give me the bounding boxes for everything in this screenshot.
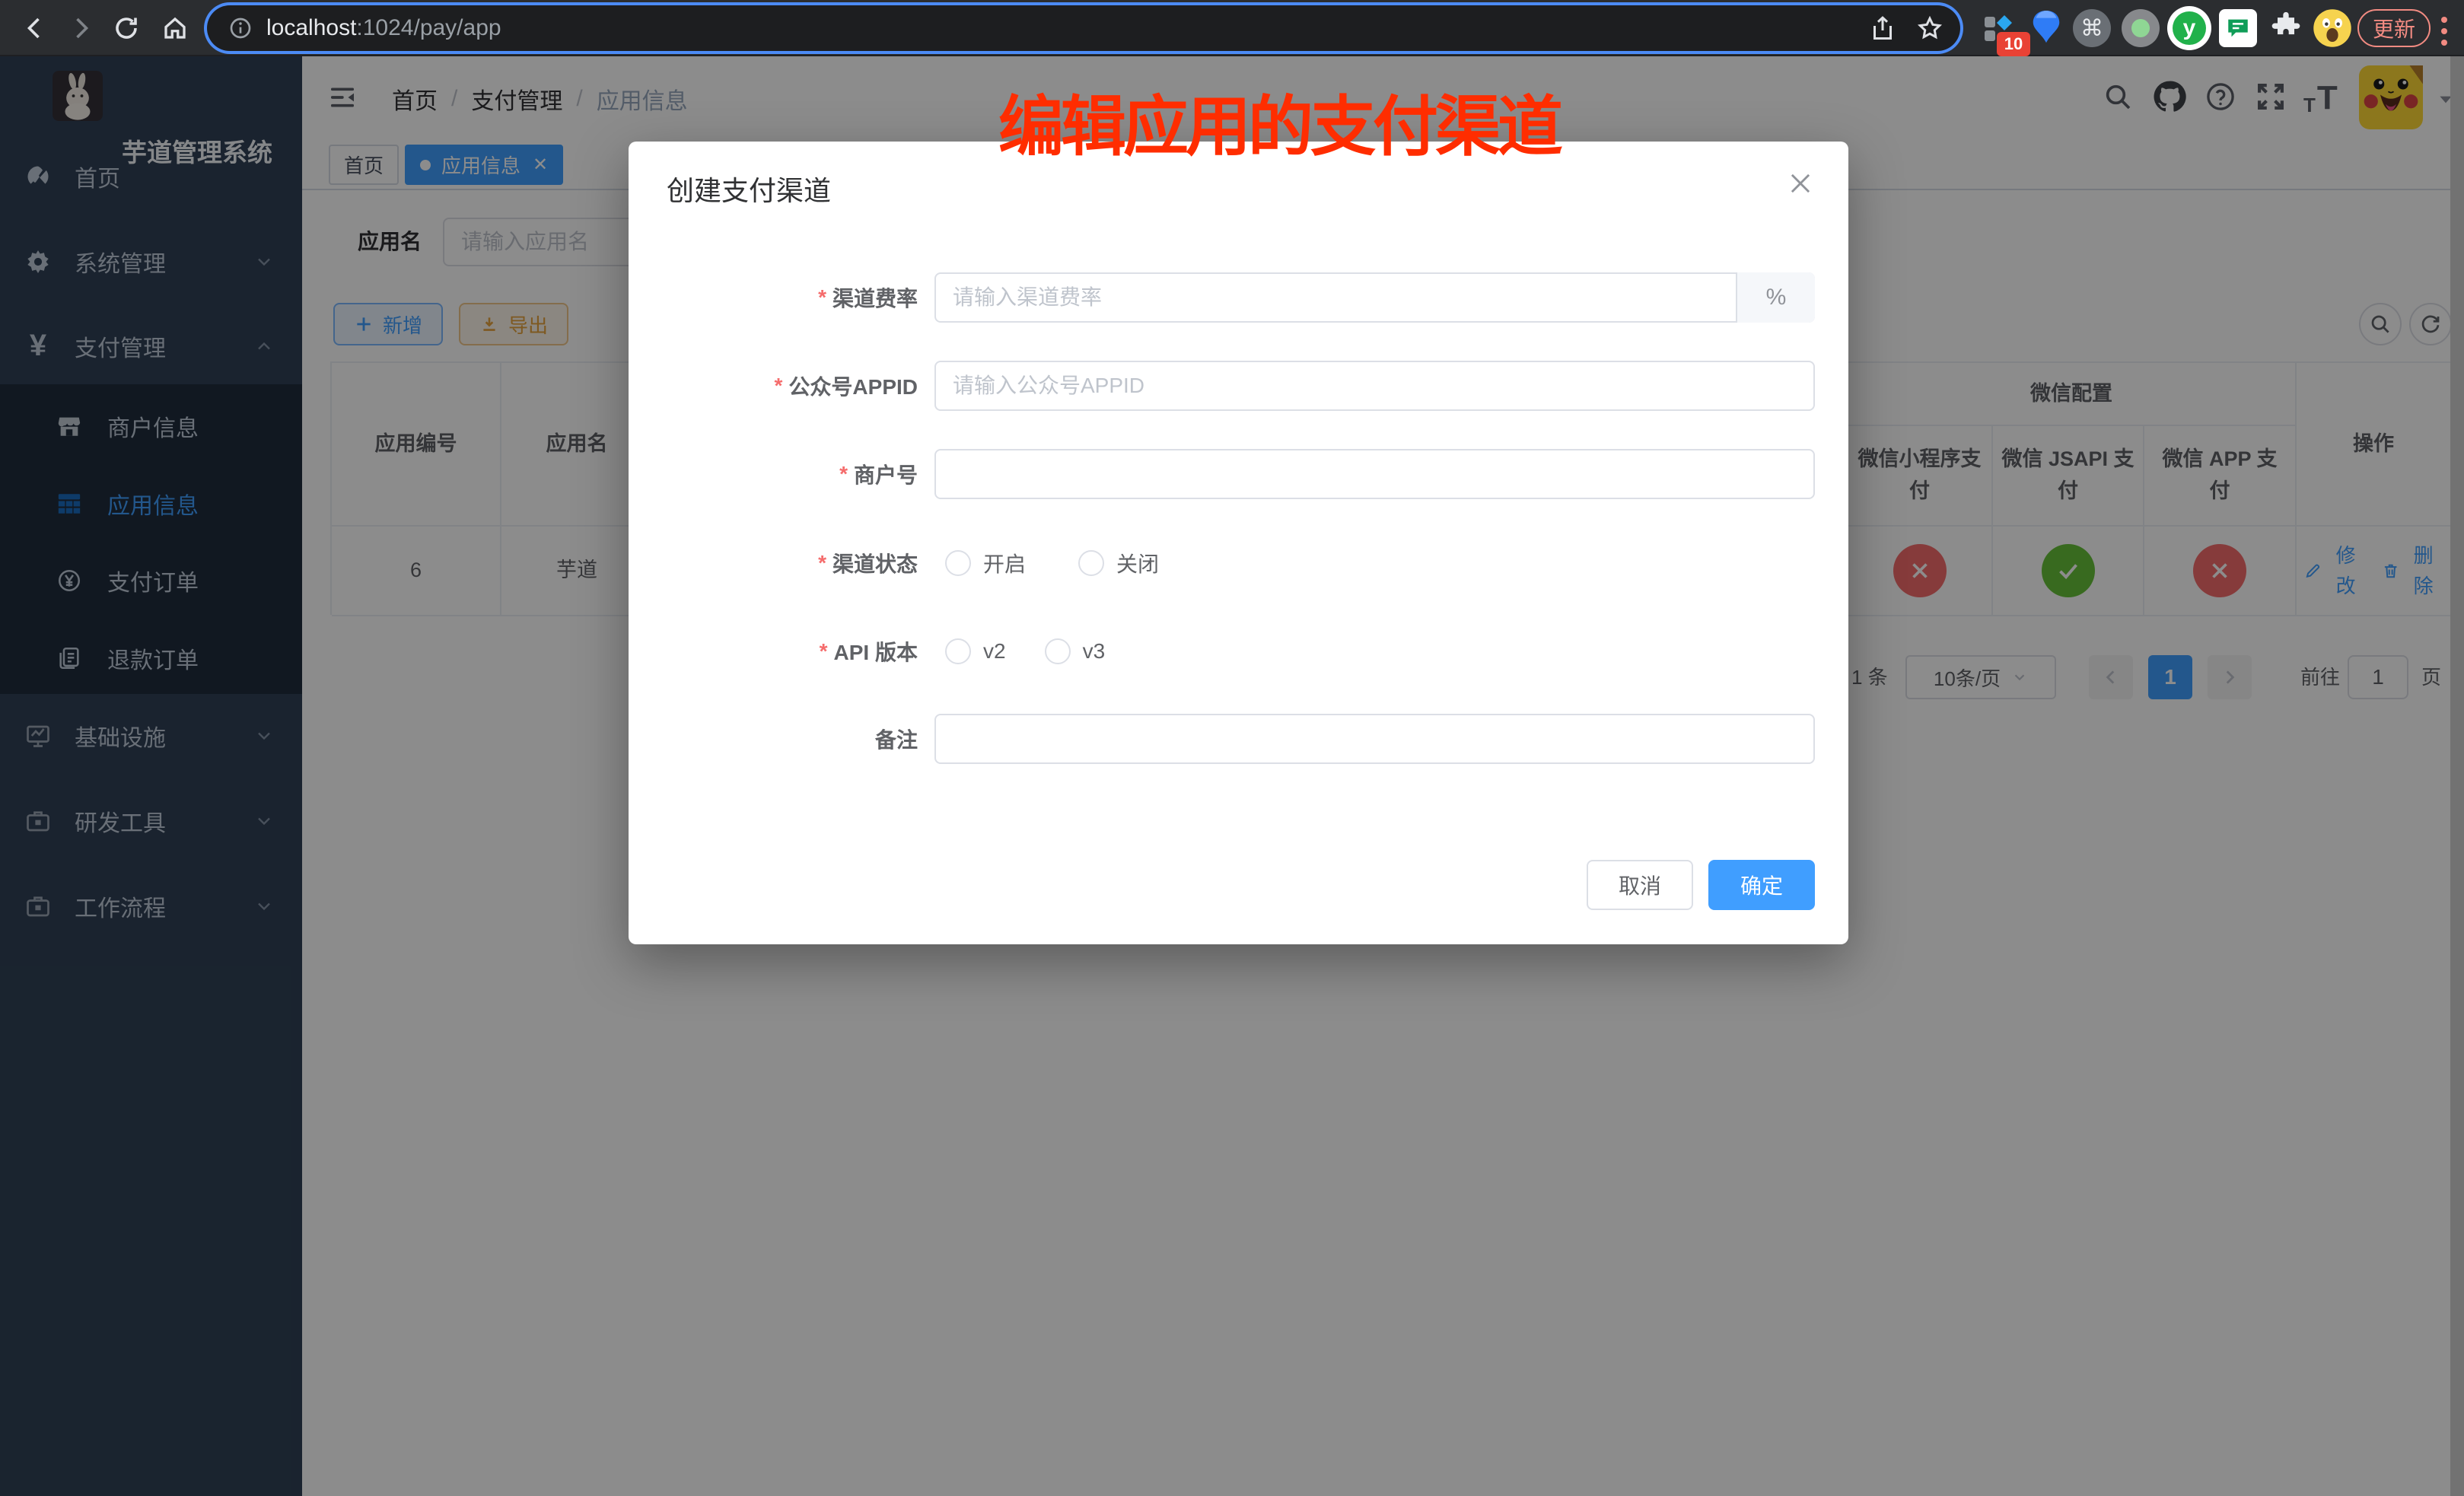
merchant-input[interactable] (934, 449, 1815, 499)
remark-label: 备注 (875, 724, 918, 754)
profile-avatar-icon[interactable] (2312, 8, 2353, 49)
rate-input[interactable] (934, 272, 1815, 323)
extension-command-icon[interactable]: ⌘ (2073, 9, 2111, 47)
api-label-wrap: * API 版本 (629, 626, 918, 676)
status-radio-group: 开启 关闭 (945, 538, 1159, 588)
extensions-puzzle-icon[interactable] (2269, 11, 2303, 44)
radio-status-closed[interactable] (1078, 550, 1104, 576)
url-path: :1024/pay/app (356, 15, 501, 40)
rate-label: 渠道费率 (832, 282, 918, 313)
radio-api-v3-label[interactable]: v3 (1083, 639, 1106, 664)
bookmark-star-icon[interactable] (1916, 14, 1944, 42)
status-label: 渠道状态 (832, 548, 918, 578)
required-asterisk: * (818, 285, 826, 310)
extension-record-icon[interactable] (2122, 9, 2160, 47)
extension-chat-icon[interactable] (2219, 9, 2257, 47)
radio-api-v3[interactable] (1045, 638, 1071, 664)
appid-input[interactable] (934, 361, 1815, 411)
required-asterisk: * (820, 639, 828, 664)
chrome-menu-icon[interactable] (2441, 17, 2447, 46)
merchant-label: 商户号 (854, 459, 918, 489)
api-radio-group: v2 v3 (945, 626, 1105, 676)
share-icon[interactable] (1869, 14, 1896, 42)
browser-toolbar: localhost:1024/pay/app 10 ⌘ y 更新 (0, 0, 2464, 56)
api-label: API 版本 (834, 636, 918, 667)
browser-back-icon[interactable] (21, 14, 49, 42)
url-text: localhost:1024/pay/app (266, 15, 501, 41)
chrome-update-button[interactable]: 更新 (2357, 9, 2431, 47)
rate-append-percent: % (1736, 272, 1815, 323)
browser-forward-icon[interactable] (67, 14, 94, 42)
appid-label-wrap: * 公众号APPID (629, 361, 918, 411)
browser-home-icon[interactable] (161, 14, 189, 42)
extension-balloon-icon[interactable] (2029, 9, 2064, 47)
required-asterisk: * (839, 462, 848, 486)
annotation-text: 编辑应用的支付渠道 (998, 73, 1560, 168)
rate-label-wrap: * 渠道费率 (629, 272, 918, 323)
site-info-icon[interactable] (228, 16, 253, 40)
radio-status-open-label[interactable]: 开启 (983, 548, 1026, 578)
confirm-button[interactable]: 确定 (1708, 860, 1815, 910)
radio-status-closed-label[interactable]: 关闭 (1116, 548, 1159, 578)
status-label-wrap: * 渠道状态 (629, 538, 918, 588)
browser-reload-icon[interactable] (113, 14, 140, 42)
create-pay-channel-dialog: 创建支付渠道 * 渠道费率 % * 公众号APPID * 商户号 * 渠道状态 … (629, 142, 1848, 944)
extension-badge: 10 (1997, 32, 2030, 56)
extension-tag-icon[interactable]: 10 (1980, 11, 2017, 47)
required-asterisk: * (775, 374, 783, 398)
address-bar[interactable]: localhost:1024/pay/app (207, 5, 1960, 51)
required-asterisk: * (818, 551, 826, 575)
extension-y-icon[interactable]: y (2167, 6, 2211, 50)
remark-input[interactable] (934, 714, 1815, 764)
url-host: localhost (266, 15, 356, 40)
remark-label-wrap: 备注 (629, 714, 918, 764)
dialog-title: 创建支付渠道 (667, 169, 831, 208)
cancel-button[interactable]: 取消 (1587, 860, 1693, 910)
radio-status-open[interactable] (945, 550, 971, 576)
appid-label: 公众号APPID (788, 371, 918, 401)
radio-api-v2[interactable] (945, 638, 971, 664)
radio-api-v2-label[interactable]: v2 (983, 639, 1006, 664)
dialog-close-icon[interactable] (1786, 169, 1815, 198)
chrome-update-label: 更新 (2373, 13, 2415, 43)
merchant-label-wrap: * 商户号 (629, 449, 918, 499)
